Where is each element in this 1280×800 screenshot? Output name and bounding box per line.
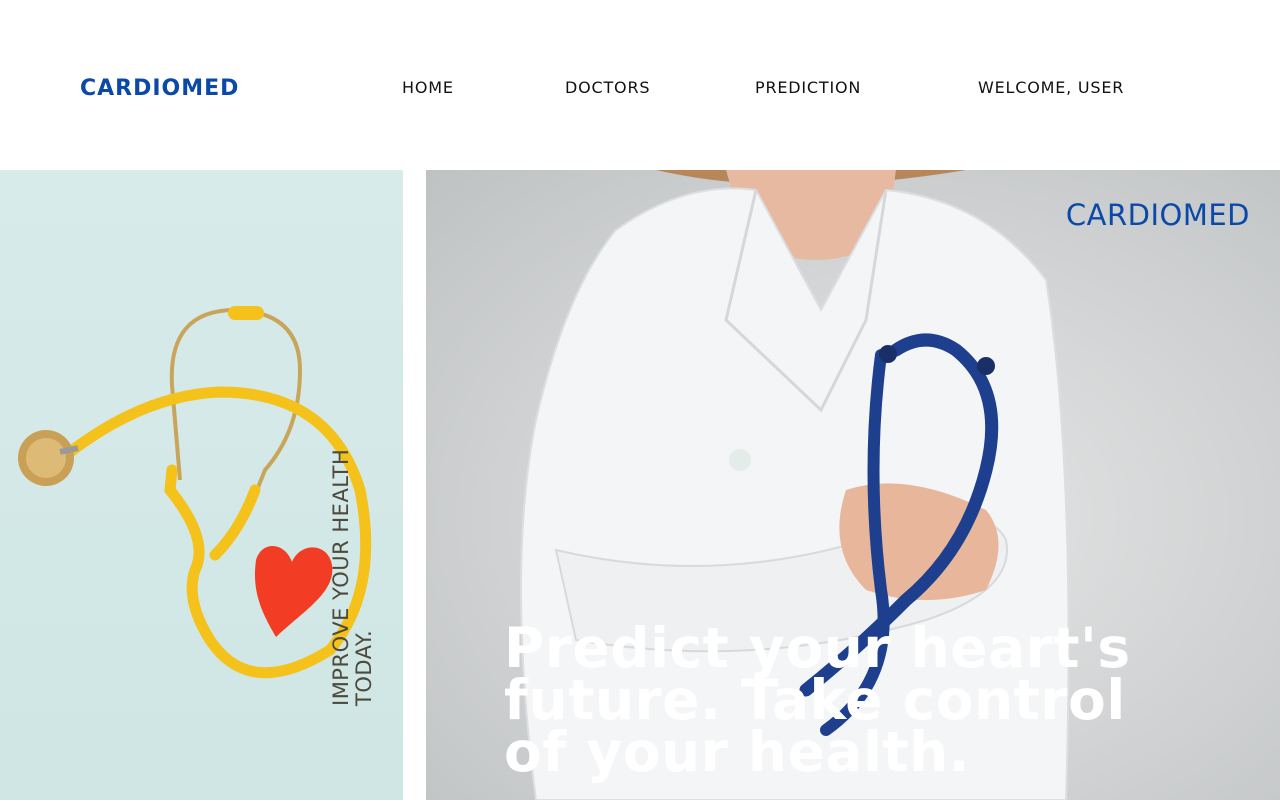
heart-icon xyxy=(254,545,333,637)
ear-tips xyxy=(228,306,264,320)
nav-welcome-user-link[interactable]: WELCOME, USER xyxy=(978,78,1124,97)
stethoscope-heart-image: IMPROVE YOUR HEALTH TODAY. xyxy=(0,170,403,800)
hero-headline: Predict your heart's future. Take contro… xyxy=(504,616,1131,784)
coat-button xyxy=(729,449,751,471)
logo[interactable]: CARDIOMED xyxy=(80,76,239,101)
tagline-text: IMPROVE YOUR HEALTH TODAY. xyxy=(329,448,376,706)
nav-home-link[interactable]: HOME xyxy=(402,78,454,97)
yellow-tubing-branch xyxy=(209,484,261,561)
site-header: CARDIOMED HOME DOCTORS PREDICTION WELCOM… xyxy=(0,0,1280,170)
vertical-tagline: IMPROVE YOUR HEALTH TODAY. xyxy=(329,370,380,710)
hero-banner: CARDIOMED Predict your heart's future. T… xyxy=(426,170,1280,800)
hero-brand: CARDIOMED xyxy=(1065,198,1250,232)
yellow-tubing xyxy=(54,386,372,679)
nav-doctors-link[interactable]: DOCTORS xyxy=(565,78,650,97)
nav-prediction-link[interactable]: PREDICTION xyxy=(755,78,861,97)
